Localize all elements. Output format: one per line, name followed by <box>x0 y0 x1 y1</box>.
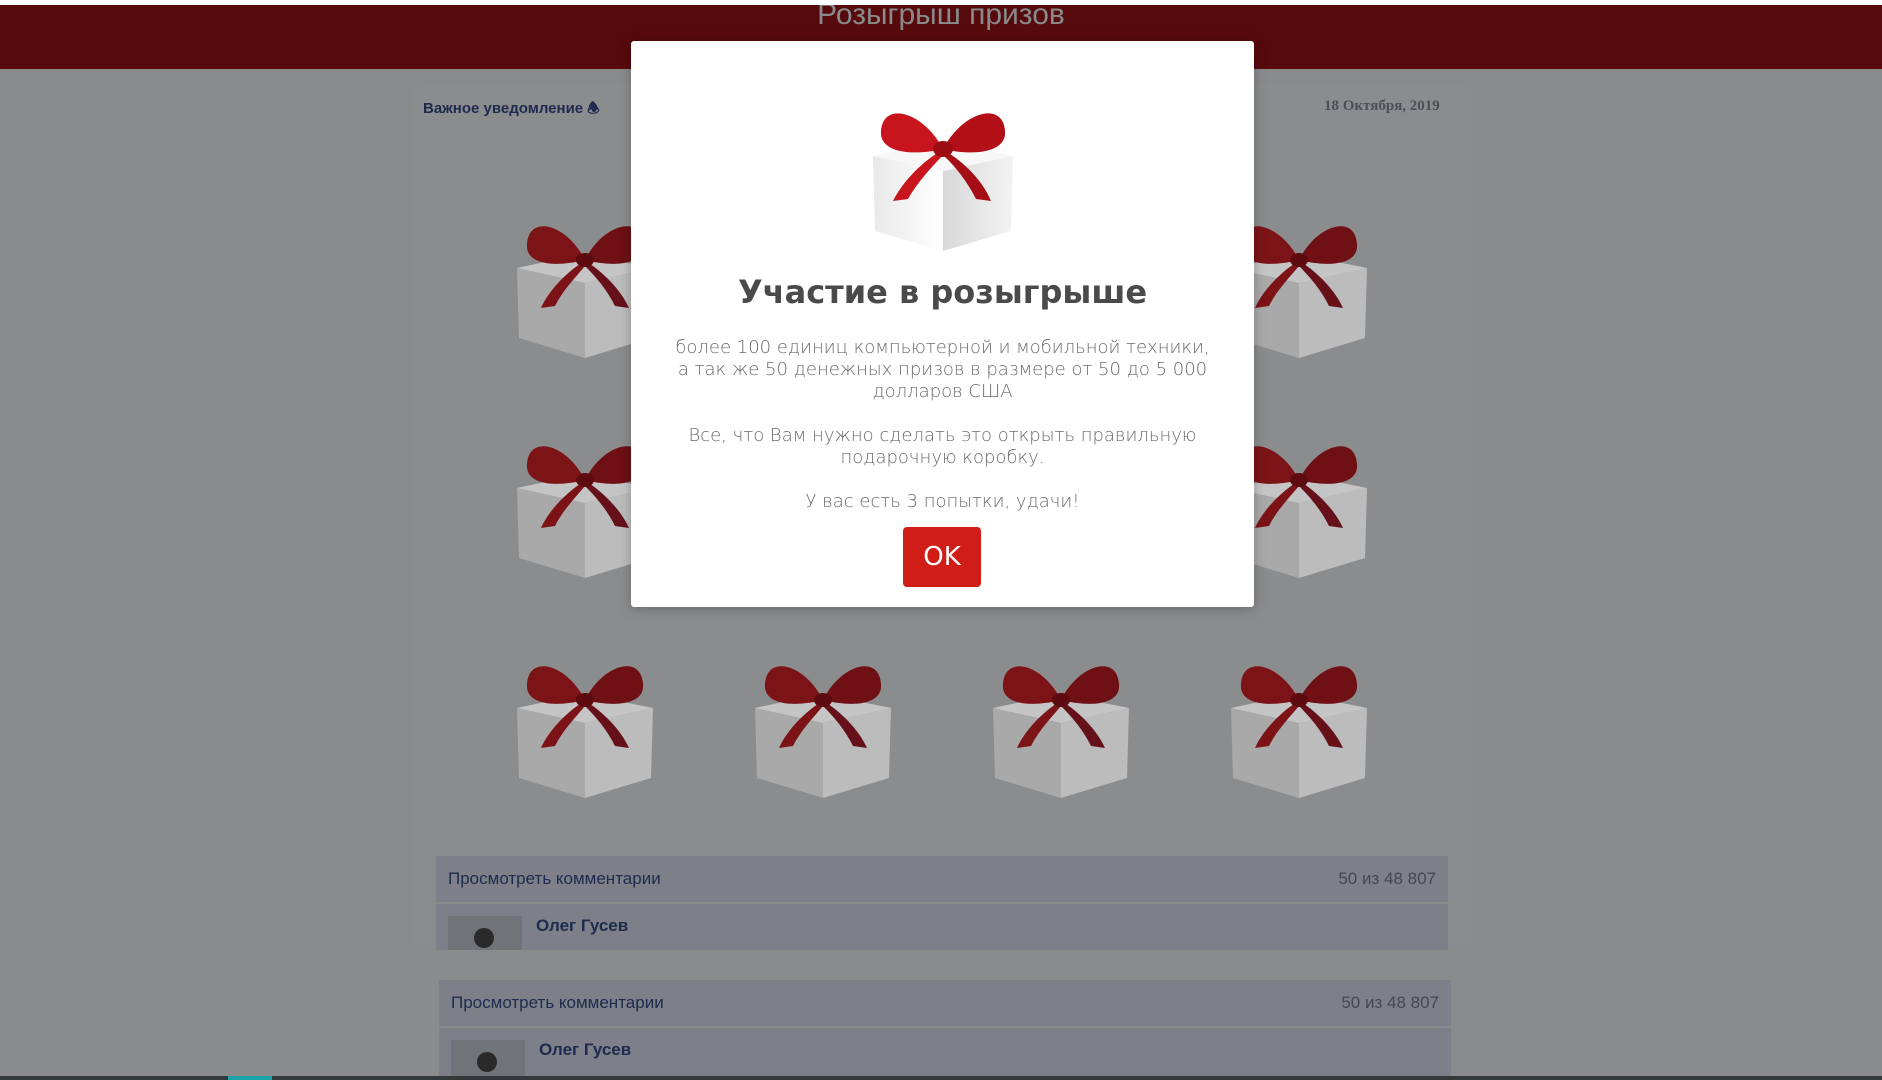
user-avatar-icon[interactable] <box>451 1040 525 1076</box>
taskbar-strip <box>0 1076 1882 1080</box>
view-comments-link[interactable]: Просмотреть комментарии <box>451 993 664 1013</box>
gift-box-icon[interactable] <box>1219 628 1379 798</box>
notice-label: Важное уведомление <box>423 100 584 117</box>
important-notice: Важное уведомление 🕭 <box>423 98 600 122</box>
gift-box-icon[interactable] <box>743 628 903 798</box>
gift-box-icon <box>863 71 1023 251</box>
contest-modal: Участие в розыгрыше более 100 единиц ком… <box>631 41 1254 607</box>
taskbar-accent <box>228 1076 272 1080</box>
ok-button[interactable]: OK <box>903 527 981 587</box>
gift-box-icon[interactable] <box>505 628 665 798</box>
view-comments-bar[interactable]: Просмотреть комментарии 50 из 48 807 <box>439 980 1451 1026</box>
page-title: Розыгрыш призов <box>817 5 1065 31</box>
comment-item: Олег Гусев <box>439 1028 1451 1076</box>
modal-text-1: более 100 единиц компьютерной и мобильно… <box>675 337 1210 402</box>
bell-icon: 🕭 <box>587 100 600 116</box>
comments-count: 50 из 48 807 <box>1341 993 1439 1012</box>
modal-title: Участие в розыгрыше <box>737 273 1148 311</box>
user-avatar-icon[interactable] <box>448 916 522 950</box>
comment-author[interactable]: Олег Гусев <box>536 916 628 936</box>
modal-text-3: У вас есть 3 попытки, удачи! <box>805 491 1080 512</box>
comments-count: 50 из 48 807 <box>1338 869 1436 888</box>
gift-box-icon[interactable] <box>981 628 1141 798</box>
modal-text-2: Все, что Вам нужно сделать это открыть п… <box>688 425 1197 468</box>
post-date: 18 Октября, 2019 <box>1324 98 1440 114</box>
view-comments-bar[interactable]: Просмотреть комментарии 50 из 48 807 <box>436 856 1448 902</box>
comment-author[interactable]: Олег Гусев <box>539 1040 631 1060</box>
comment-item: Олег Гусев <box>436 904 1448 950</box>
view-comments-link[interactable]: Просмотреть комментарии <box>448 869 661 889</box>
